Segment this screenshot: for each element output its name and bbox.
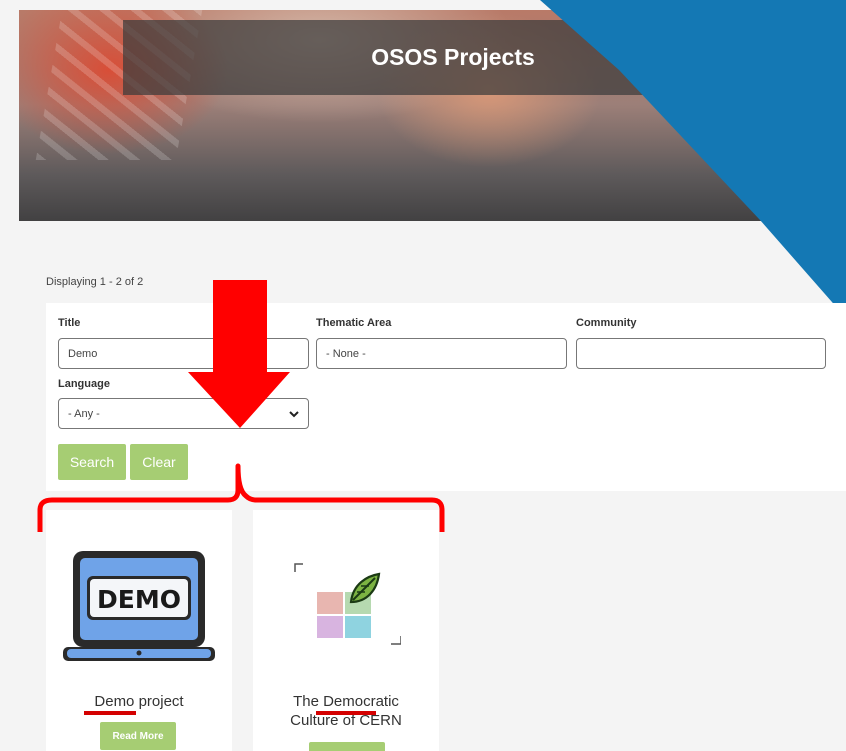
language-select[interactable]: - Any - [58, 398, 309, 429]
results-count: Displaying 1 - 2 of 2 [46, 276, 144, 288]
card-title-line-2[interactable]: Culture of CERN [253, 711, 439, 730]
thematic-area-field[interactable]: - None - [316, 338, 567, 369]
language-label: Language [58, 378, 110, 390]
demo-laptop-icon: DEMO [63, 551, 215, 661]
thematic-area-value: - None - [326, 347, 366, 360]
chevron-down-icon [289, 411, 299, 418]
democratic-culture-logo [294, 563, 401, 645]
hero-banner: OSOS Projects [19, 10, 846, 221]
title-filter-value: Demo [68, 347, 98, 360]
demo-logo-text: DEMO [97, 585, 181, 614]
read-more-button[interactable]: Read More [100, 722, 176, 750]
community-label: Community [576, 317, 637, 329]
page-title-bar: OSOS Projects [123, 20, 643, 95]
community-input[interactable] [576, 338, 826, 369]
project-card[interactable]: The Democratic Culture of CERN [253, 510, 439, 751]
card-title-line-1[interactable]: The Democratic [253, 692, 439, 711]
clear-button[interactable]: Clear [130, 444, 188, 480]
language-value: - Any - [68, 407, 100, 420]
filter-panel: Title Demo Thematic Area - None - Commun… [46, 303, 846, 491]
thematic-area-label: Thematic Area [316, 317, 392, 329]
search-button[interactable]: Search [58, 444, 126, 480]
title-filter-label: Title [58, 317, 81, 329]
read-more-button[interactable] [309, 742, 385, 751]
page-title: OSOS Projects [371, 44, 535, 70]
title-filter-input[interactable]: Demo [58, 338, 309, 369]
project-card[interactable]: DEMO Demo project Read More [46, 510, 232, 751]
card-title[interactable]: Demo project [46, 692, 232, 711]
